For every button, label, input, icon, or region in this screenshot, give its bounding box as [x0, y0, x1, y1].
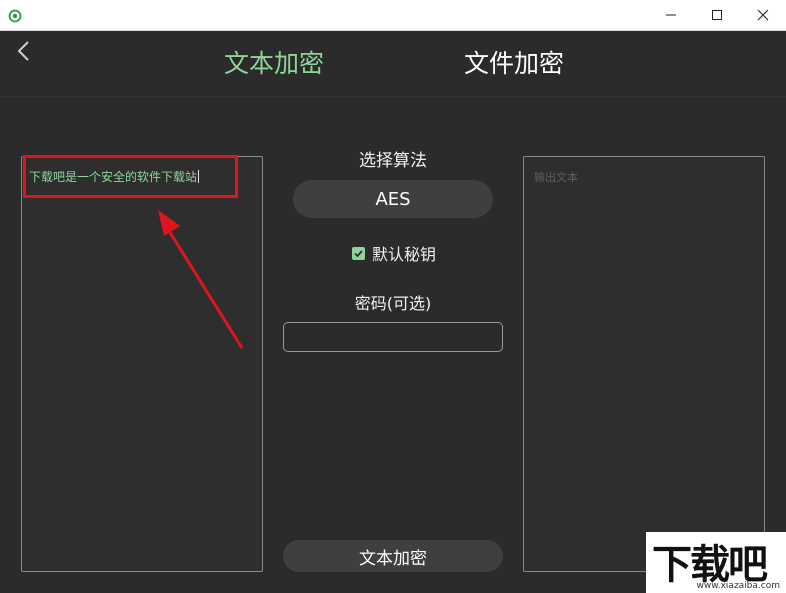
- maximize-icon: [711, 6, 723, 25]
- annotation-highlight-box: [23, 155, 238, 198]
- close-button[interactable]: [740, 0, 786, 30]
- default-key-checkbox[interactable]: [352, 246, 365, 260]
- app-eye-icon: [8, 8, 22, 23]
- minimize-button[interactable]: [648, 0, 694, 30]
- password-input[interactable]: [283, 322, 503, 352]
- checkmark-icon: [354, 249, 363, 257]
- algorithm-label: 选择算法: [359, 151, 427, 171]
- output-placeholder: 输出文本: [534, 171, 578, 184]
- default-key-label: 默认秘钥: [372, 245, 437, 264]
- maximize-button[interactable]: [694, 0, 740, 30]
- annotation-arrow-icon: [158, 210, 244, 349]
- minimize-icon: [665, 6, 677, 25]
- encrypt-text-button[interactable]: 文本加密: [283, 540, 503, 572]
- title-bar: [0, 0, 786, 31]
- tab-file-encryption[interactable]: 文件加密: [464, 48, 564, 80]
- app-window: 文本加密 文件加密 下载吧是一个安全的软件下载站 选择算法 AES 默认秘钥 密…: [0, 0, 786, 593]
- output-textarea[interactable]: 输出文本: [523, 156, 765, 572]
- password-label: 密码(可选): [354, 294, 432, 313]
- chevron-left-icon: [16, 40, 30, 66]
- header-divider: [0, 96, 786, 97]
- default-key-option[interactable]: 默认秘钥: [352, 241, 436, 265]
- algorithm-select[interactable]: AES: [293, 180, 493, 218]
- watermark-url: www.xiazaiba.com: [696, 581, 780, 591]
- tab-text-encryption[interactable]: 文本加密: [224, 48, 324, 80]
- close-icon: [757, 6, 769, 25]
- watermark-logo: 下载吧 www.xiazaiba.com: [646, 532, 786, 593]
- back-button[interactable]: [12, 40, 34, 66]
